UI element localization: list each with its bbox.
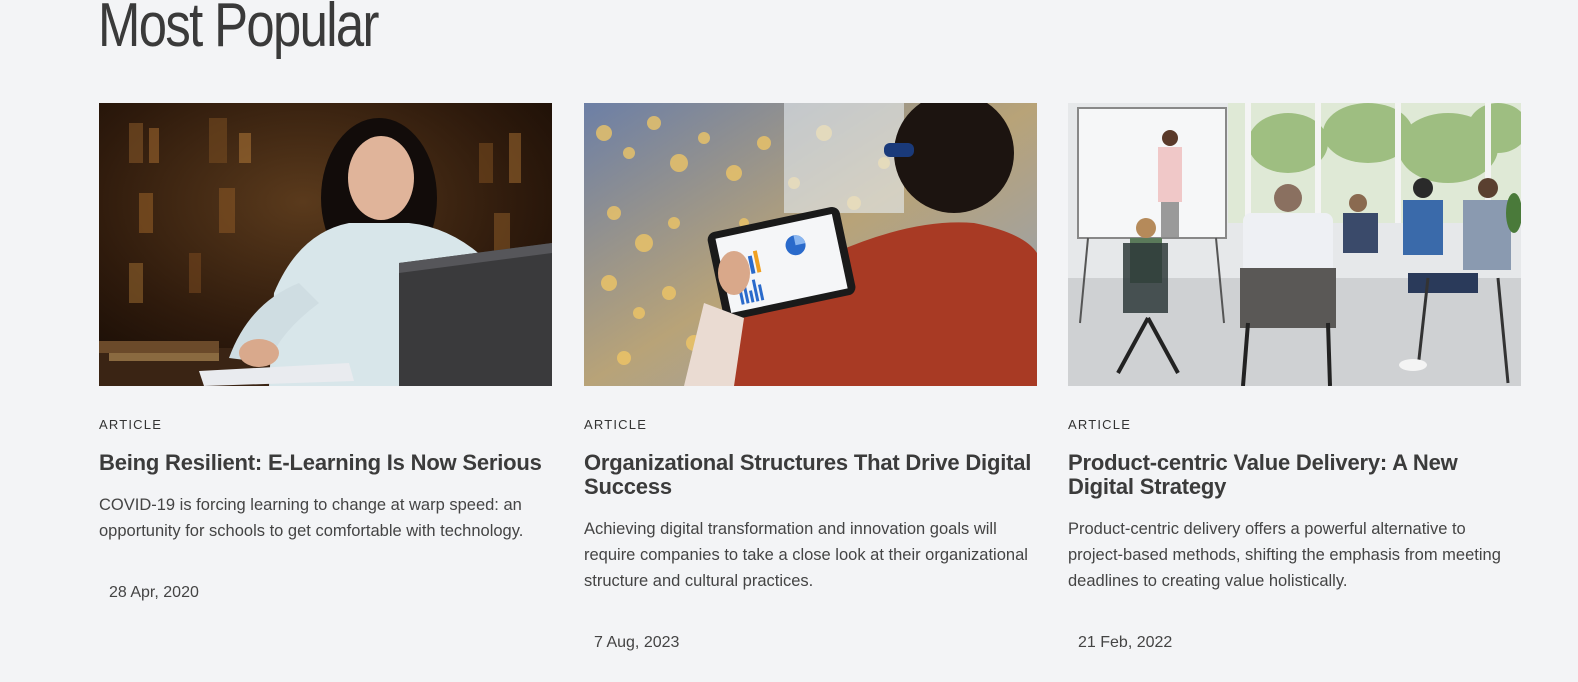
most-popular-section: Most Popular ARTICLE Being Resilient: E-… bbox=[0, 0, 1578, 682]
article-date: 7 Aug, 2023 bbox=[594, 634, 680, 651]
article-description: COVID-19 is forcing learning to change a… bbox=[99, 496, 524, 540]
team-meeting-whiteboard-photo[interactable] bbox=[1068, 103, 1521, 386]
article-title[interactable]: Organizational Structures That Drive Dig… bbox=[584, 451, 1037, 499]
content-type-label: ARTICLE bbox=[99, 417, 163, 432]
article-card[interactable]: ARTICLE Organizational Structures That D… bbox=[584, 103, 1037, 651]
section-title: Most Popular bbox=[98, 0, 379, 60]
article-card[interactable]: ARTICLE Being Resilient: E-Learning Is N… bbox=[99, 103, 552, 601]
article-date: 21 Feb, 2022 bbox=[1078, 634, 1173, 651]
woman-studying-laptop-photo[interactable] bbox=[99, 103, 552, 386]
tablet-charts-photo[interactable] bbox=[584, 103, 1037, 386]
article-date: 28 Apr, 2020 bbox=[109, 584, 199, 601]
article-title[interactable]: Being Resilient: E-Learning Is Now Serio… bbox=[99, 451, 552, 475]
article-description: Achieving digital transformation and inn… bbox=[584, 520, 1028, 590]
article-title[interactable]: Product-centric Value Delivery: A New Di… bbox=[1068, 451, 1521, 499]
article-description: Product-centric delivery offers a powerf… bbox=[1068, 520, 1501, 590]
article-card[interactable]: ARTICLE Product-centric Value Delivery: … bbox=[1068, 103, 1521, 651]
content-type-label: ARTICLE bbox=[584, 417, 648, 432]
content-type-label: ARTICLE bbox=[1068, 417, 1132, 432]
